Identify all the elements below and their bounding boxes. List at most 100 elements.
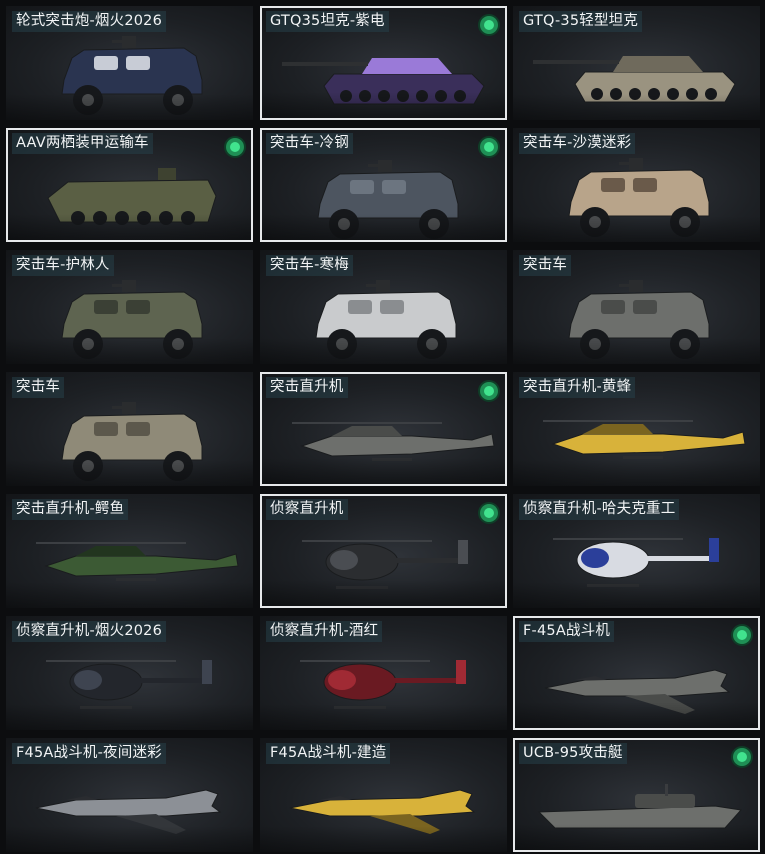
card-floor-shadow bbox=[6, 582, 253, 608]
turret-gun bbox=[366, 284, 376, 287]
jet-fuselage bbox=[289, 789, 476, 817]
owned-indicator-icon bbox=[480, 504, 498, 522]
vehicle-skin-card[interactable]: 突击直升机-鳄鱼 bbox=[6, 494, 253, 608]
helicopter-canopy bbox=[330, 550, 358, 570]
vehicle-skin-label: 突击直升机-黄蜂 bbox=[519, 377, 636, 398]
vehicle-window bbox=[94, 422, 118, 436]
tank-gun bbox=[282, 62, 368, 66]
card-floor-shadow bbox=[6, 704, 253, 730]
vehicle-skin-card[interactable]: 侦察直升机-烟火2026 bbox=[6, 616, 253, 730]
tail-boom bbox=[396, 558, 464, 563]
vehicle-window bbox=[126, 56, 150, 70]
card-floor-shadow bbox=[6, 460, 253, 486]
card-floor-shadow bbox=[513, 338, 760, 364]
vehicle-skin-card[interactable]: GTQ-35轻型坦克 bbox=[513, 6, 760, 120]
vehicle-skin-label: F-45A战斗机 bbox=[519, 621, 615, 642]
vehicle-skin-label: 侦察直升机-哈夫克重工 bbox=[519, 499, 680, 520]
vehicle-skin-card[interactable]: 突击车 bbox=[513, 250, 760, 364]
card-floor-shadow bbox=[260, 338, 507, 364]
vehicle-skin-label: 侦察直升机-烟火2026 bbox=[12, 621, 167, 642]
vehicle-skin-card[interactable]: 侦察直升机-酒红 bbox=[260, 616, 507, 730]
helicopter-canopy bbox=[332, 426, 402, 436]
helicopter-canopy bbox=[74, 670, 102, 690]
tail-fin bbox=[709, 538, 719, 562]
turret-gun bbox=[368, 164, 378, 167]
tail-boom bbox=[647, 556, 715, 561]
tank-gun bbox=[533, 60, 619, 64]
tail-fin bbox=[456, 660, 466, 684]
turret bbox=[122, 280, 136, 292]
vehicle-skin-label: 突击直升机 bbox=[266, 377, 348, 398]
tank-turret bbox=[362, 58, 452, 74]
vehicle-skin-card[interactable]: UCB-95攻击艇 bbox=[513, 738, 760, 852]
tail-boom bbox=[394, 678, 462, 683]
turret bbox=[629, 158, 643, 170]
vehicle-skin-card[interactable]: 突击车-冷钢 bbox=[260, 128, 507, 242]
tank-turret bbox=[613, 56, 703, 72]
vehicle-skin-card[interactable]: AAV两栖装甲运输车 bbox=[6, 128, 253, 242]
vehicle-window bbox=[126, 300, 150, 314]
vehicle-skin-label: GTQ35坦克-紫电 bbox=[266, 11, 389, 32]
vehicle-skin-card[interactable]: F-45A战斗机 bbox=[513, 616, 760, 730]
helicopter-canopy bbox=[76, 546, 146, 556]
turret bbox=[378, 160, 392, 172]
card-floor-shadow bbox=[262, 458, 505, 484]
helicopter-body bbox=[44, 553, 239, 577]
vehicle-window bbox=[633, 300, 657, 314]
vehicle-skin-card[interactable]: 轮式突击炮-烟火2026 bbox=[6, 6, 253, 120]
owned-indicator-icon bbox=[733, 748, 751, 766]
card-floor-shadow bbox=[513, 582, 760, 608]
vehicle-skin-card[interactable]: 侦察直升机-哈夫克重工 bbox=[513, 494, 760, 608]
vehicle-window bbox=[94, 300, 118, 314]
owned-indicator-icon bbox=[226, 138, 244, 156]
turret bbox=[376, 280, 390, 292]
helicopter-canopy bbox=[583, 424, 653, 434]
vehicle-skin-card[interactable]: 突击直升机-黄蜂 bbox=[513, 372, 760, 486]
vehicle-skin-card[interactable]: 突击车-寒梅 bbox=[260, 250, 507, 364]
vehicle-window bbox=[382, 180, 406, 194]
jet-canopy bbox=[320, 796, 352, 800]
vehicle-skin-card[interactable]: GTQ35坦克-紫电 bbox=[260, 6, 507, 120]
rotor bbox=[36, 542, 186, 544]
vehicle-skin-label: UCB-95攻击艇 bbox=[519, 743, 627, 764]
vehicle-skin-card[interactable]: 突击车 bbox=[6, 372, 253, 486]
vehicle-skin-label: F45A战斗机-建造 bbox=[266, 743, 391, 764]
vehicle-skin-label: 突击车 bbox=[519, 255, 572, 276]
boat-cabin bbox=[635, 794, 695, 808]
vehicle-skin-label: 突击车 bbox=[12, 377, 65, 398]
vehicle-window bbox=[380, 300, 404, 314]
card-floor-shadow bbox=[260, 704, 507, 730]
helicopter-body bbox=[551, 431, 746, 455]
card-floor-shadow bbox=[513, 94, 760, 120]
vehicle-window bbox=[601, 300, 625, 314]
vehicle-skin-card[interactable]: 突击车-沙漠迷彩 bbox=[513, 128, 760, 242]
vehicle-skin-card[interactable]: 突击车-护林人 bbox=[6, 250, 253, 364]
rotor bbox=[292, 422, 442, 424]
landing-gear bbox=[116, 578, 156, 581]
landing-gear bbox=[623, 456, 663, 459]
vehicle-window bbox=[350, 180, 374, 194]
vehicle-skin-card[interactable]: F45A战斗机-夜间迷彩 bbox=[6, 738, 253, 852]
card-floor-shadow bbox=[513, 216, 760, 242]
card-floor-shadow bbox=[262, 92, 505, 118]
turret bbox=[122, 402, 136, 414]
vehicle-skin-label: 突击车-寒梅 bbox=[266, 255, 353, 276]
card-floor-shadow bbox=[515, 824, 758, 850]
vehicle-skin-label: GTQ-35轻型坦克 bbox=[519, 11, 643, 32]
owned-indicator-icon bbox=[733, 626, 751, 644]
helicopter-canopy bbox=[328, 670, 356, 690]
turret-gun bbox=[619, 162, 629, 165]
jet-canopy bbox=[66, 796, 98, 800]
owned-indicator-icon bbox=[480, 16, 498, 34]
vehicle-skin-label: 突击车-冷钢 bbox=[266, 133, 353, 154]
vehicle-skin-label: 突击车-护林人 bbox=[12, 255, 114, 276]
vehicle-skin-card[interactable]: 突击直升机 bbox=[260, 372, 507, 486]
vehicle-skin-card[interactable]: 侦察直升机 bbox=[260, 494, 507, 608]
card-floor-shadow bbox=[513, 460, 760, 486]
helicopter-body bbox=[300, 433, 495, 457]
vehicle-skin-grid: 轮式突击炮-烟火2026 GTQ35坦克-紫电 GTQ-35轻型坦克 AAV两栖装甲运… bbox=[0, 0, 765, 854]
owned-indicator-icon bbox=[480, 138, 498, 156]
vehicle-skin-card[interactable]: F45A战斗机-建造 bbox=[260, 738, 507, 852]
aav-turret bbox=[158, 168, 176, 180]
card-floor-shadow bbox=[262, 214, 505, 240]
